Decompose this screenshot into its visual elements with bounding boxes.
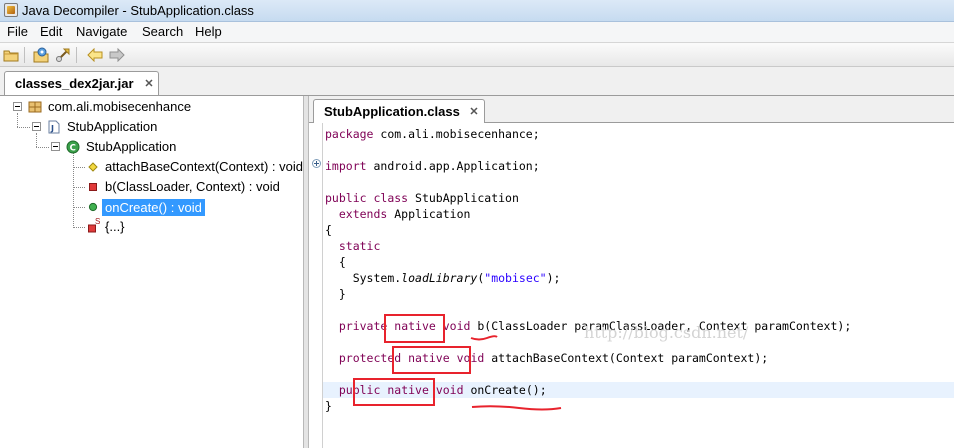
menu-search[interactable]: Search <box>142 24 183 39</box>
code-line: { <box>325 223 332 237</box>
open-file-icon[interactable] <box>2 46 20 64</box>
tree-item-method-attach[interactable]: attachBaseContext(Context) : void <box>0 158 303 176</box>
back-arrow-icon[interactable] <box>86 46 104 64</box>
close-icon[interactable]: ✕ <box>143 78 155 90</box>
static-block-label: {...} <box>105 219 125 234</box>
private-method-icon <box>86 180 100 194</box>
java-file-icon: J <box>47 120 61 134</box>
code-line: { <box>338 255 346 269</box>
static-marker: S <box>95 217 101 226</box>
svg-text:C: C <box>70 144 76 154</box>
annotation-underline <box>471 405 562 411</box>
menu-edit[interactable]: Edit <box>40 24 62 39</box>
class-label: StubApplication <box>86 139 177 154</box>
main-area: com.ali.mobisecenhance J StubApplication… <box>0 95 954 448</box>
protected-method-icon <box>86 160 100 174</box>
jar-tab-strip: classes_dex2jar.jar ✕ <box>0 67 954 95</box>
tab-classes-jar[interactable]: classes_dex2jar.jar ✕ <box>4 71 159 95</box>
code-line: System.loadLibrary("mobisec"); <box>352 271 561 285</box>
method-label: b(ClassLoader, Context) : void <box>105 179 280 194</box>
tab-label: classes_dex2jar.jar <box>15 76 134 91</box>
editor-tab-label: StubApplication.class <box>324 104 460 119</box>
public-method-icon <box>86 200 100 214</box>
collapse-toggle-icon[interactable] <box>13 102 22 111</box>
annotation-box <box>384 314 445 343</box>
class-icon: C <box>66 140 80 154</box>
code-line: } <box>338 287 346 301</box>
method-label-selected: onCreate() : void <box>102 199 205 216</box>
app-icon <box>4 3 18 17</box>
menu-bar: File Edit Navigate Search Help <box>0 22 954 42</box>
open-type-icon[interactable] <box>32 46 50 64</box>
code-line: extends Application <box>338 207 471 221</box>
menu-navigate[interactable]: Navigate <box>76 24 127 39</box>
jump-icon[interactable] <box>54 46 72 64</box>
tree-item-package[interactable]: com.ali.mobisecenhance <box>0 98 300 116</box>
window-title: Java Decompiler - StubApplication.class <box>22 3 254 18</box>
annotation-underline <box>470 335 498 341</box>
code-line: import android.app.Application; <box>325 159 540 173</box>
collapse-toggle-icon[interactable] <box>51 142 60 151</box>
editor-tab-strip: StubApplication.class ✕ <box>309 96 954 123</box>
code-line: public class StubApplication <box>325 191 519 205</box>
title-bar: Java Decompiler - StubApplication.class <box>0 0 954 22</box>
toolbar <box>0 42 954 67</box>
toolbar-separator <box>76 47 77 63</box>
annotation-box <box>392 346 471 374</box>
toolbar-separator <box>24 47 25 63</box>
package-icon <box>28 100 42 114</box>
code-line: static <box>338 239 381 253</box>
annotation-box <box>353 378 435 406</box>
tree-item-static-init[interactable]: S {...} <box>0 217 300 236</box>
editor-pane: StubApplication.class ✕ package com.ali.… <box>309 96 954 448</box>
tab-stubapplication-class[interactable]: StubApplication.class ✕ <box>313 99 485 123</box>
editor-gutter <box>309 123 323 448</box>
watermark: http://blog.csdn.net/ <box>584 323 749 342</box>
code-line: package com.ali.mobisecenhance; <box>325 127 540 141</box>
class-tree: com.ali.mobisecenhance J StubApplication… <box>0 96 304 448</box>
menu-file[interactable]: File <box>7 24 28 39</box>
method-label: attachBaseContext(Context) : void <box>105 159 303 174</box>
tree-item-method-oncreate[interactable]: onCreate() : void <box>0 198 300 216</box>
package-label: com.ali.mobisecenhance <box>48 99 192 114</box>
tree-item-method-b[interactable]: b(ClassLoader, Context) : void <box>0 178 300 196</box>
expand-import-icon[interactable] <box>312 159 321 168</box>
forward-arrow-icon[interactable] <box>108 46 126 64</box>
svg-text:J: J <box>50 124 54 133</box>
collapse-toggle-icon[interactable] <box>32 122 41 131</box>
file-label: StubApplication <box>67 119 158 134</box>
menu-help[interactable]: Help <box>195 24 222 39</box>
close-icon[interactable]: ✕ <box>468 106 480 118</box>
tree-item-file[interactable]: J StubApplication <box>0 118 300 136</box>
tree-item-class[interactable]: C StubApplication <box>0 138 300 156</box>
